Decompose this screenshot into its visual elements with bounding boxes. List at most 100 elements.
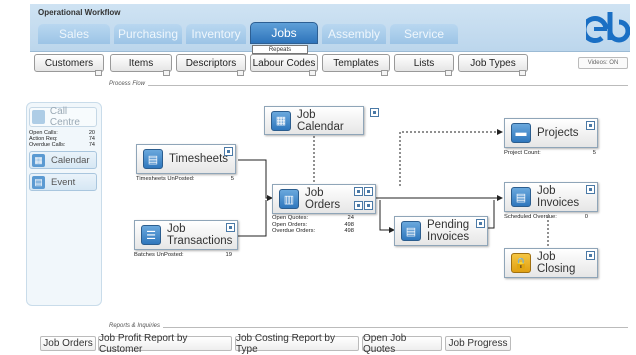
divider <box>108 327 628 328</box>
lists-label: Lists <box>413 57 435 69</box>
report-job-orders[interactable]: Job Orders <box>40 336 96 351</box>
stat-value: 74 <box>88 142 95 148</box>
descriptors-button[interactable]: Descriptors <box>176 54 246 76</box>
calendar-button[interactable]: ▦ Calendar <box>29 151 97 169</box>
invoice-icon: ▤ <box>401 221 421 241</box>
labour-codes-button[interactable]: Labour Codes <box>250 54 318 76</box>
calendar-icon: ▦ <box>32 153 45 167</box>
report-open-job-quotes[interactable]: Open Job Quotes <box>362 333 442 355</box>
timesheets-stat: Timesheets UnPosted: 5 <box>136 176 234 183</box>
orders-icon: ▥ <box>279 189 299 209</box>
stat-label: Open Quotes: <box>272 215 309 221</box>
video-icon[interactable] <box>163 70 170 76</box>
stat-label: Open Orders: <box>272 221 308 228</box>
side-panel: Call Centre Open Calls: 20 Action Req: 74 … <box>26 102 102 306</box>
event-label: Event <box>51 176 76 188</box>
labour-codes-label: Labour Codes <box>252 57 316 69</box>
repeats-tab[interactable]: Repeats <box>252 45 308 54</box>
video-icon[interactable] <box>445 70 452 76</box>
video-icon[interactable] <box>309 70 316 76</box>
app-title: Operational Workflow <box>38 8 121 17</box>
video-icon[interactable] <box>354 187 363 196</box>
projects-icon: ▬ <box>511 123 531 143</box>
header-bar: Operational Workflow Sales Purchasing In… <box>30 4 630 52</box>
stat-value: 19 <box>225 252 232 258</box>
stat-label: Overdue Calls: <box>29 142 66 148</box>
overdue-calls-stat: Overdue Calls: 74 <box>29 142 95 148</box>
label-line: Invoices <box>427 231 470 243</box>
video-icon[interactable] <box>237 70 244 76</box>
video-icon[interactable] <box>354 201 363 210</box>
label-line: Job <box>537 185 556 197</box>
video-icon[interactable] <box>586 185 595 194</box>
tab-purchasing[interactable]: Purchasing <box>114 24 182 44</box>
video-icon[interactable] <box>476 219 485 228</box>
tab-jobs[interactable]: Jobs <box>250 22 318 44</box>
label-line: Job <box>167 223 186 235</box>
job-calendar-label: Job Calendar <box>297 108 344 133</box>
video-icon[interactable] <box>586 121 595 130</box>
job-closing-node[interactable]: 🔒 Job Closing <box>504 248 598 278</box>
job-types-button[interactable]: Job Types <box>458 54 528 76</box>
tab-service[interactable]: Service <box>390 24 458 44</box>
timesheets-icon: ▤ <box>143 149 163 169</box>
items-button[interactable]: Items <box>110 54 172 76</box>
call-centre-button[interactable]: Call Centre <box>29 106 97 128</box>
label-line: Job <box>537 251 556 263</box>
templates-button[interactable]: Templates <box>322 54 390 76</box>
report-job-progress[interactable]: Job Progress <box>445 336 511 351</box>
reports-label: Reports & Inquiries <box>106 323 164 329</box>
lists-button[interactable]: Lists <box>394 54 454 76</box>
report-job-profit-by-customer[interactable]: Job Profit Report by Customer <box>98 333 232 355</box>
projects-node[interactable]: ▬ Projects <box>504 118 598 148</box>
stat-label: Overdue Orders: <box>272 228 316 234</box>
tab-sales[interactable]: Sales <box>38 24 110 44</box>
video-icon[interactable] <box>95 70 102 76</box>
video-icon[interactable] <box>519 70 526 76</box>
label-line: Transactions <box>167 235 233 247</box>
timesheets-node[interactable]: ▤ Timesheets <box>136 144 236 174</box>
job-transactions-label: Job Transactions <box>167 223 232 247</box>
timesheets-label: Timesheets <box>169 153 229 165</box>
invoice-icon: ▤ <box>511 187 531 207</box>
job-closing-label: Job Closing <box>537 251 575 275</box>
videos-toggle[interactable]: Videos: ON <box>578 57 628 69</box>
phone-icon <box>32 110 45 124</box>
descriptors-label: Descriptors <box>185 57 237 69</box>
job-orders-node[interactable]: ▥ Job Orders <box>272 184 376 214</box>
video-icon[interactable] <box>226 223 235 232</box>
video-icon[interactable] <box>364 187 373 196</box>
job-invoices-node[interactable]: ▤ Job Invoices <box>504 182 598 212</box>
video-icon[interactable] <box>381 70 388 76</box>
video-icon[interactable] <box>586 251 595 260</box>
label-line: Orders <box>305 199 341 211</box>
event-button[interactable]: ▤ Event <box>29 173 97 191</box>
job-calendar-node[interactable]: ▦ Job Calendar <box>264 106 364 135</box>
items-label: Items <box>128 57 154 69</box>
stat-label: Batches UnPosted: <box>134 252 184 258</box>
job-invoices-stat: Scheduled Overdue: 0 <box>504 214 588 221</box>
tab-assembly[interactable]: Assembly <box>322 24 386 44</box>
pending-invoices-node[interactable]: ▤ Pending Invoices <box>394 216 488 246</box>
stat-value: 0 <box>584 214 588 220</box>
label-line: Pending <box>427 219 470 231</box>
projects-label: Projects <box>537 127 579 139</box>
report-job-costing-by-type[interactable]: Job Costing Report by Type <box>235 333 359 355</box>
projects-stat: Project Count: 5 <box>504 150 596 157</box>
video-icon[interactable] <box>370 108 379 117</box>
tab-inventory[interactable]: Inventory <box>186 24 246 44</box>
customers-button[interactable]: Customers <box>34 54 104 76</box>
video-icon[interactable] <box>224 147 233 156</box>
stat-label: Scheduled Overdue: <box>504 214 557 220</box>
stat-value: 5 <box>592 150 596 156</box>
job-transactions-node[interactable]: ☰ Job Transactions <box>134 220 238 250</box>
event-icon: ▤ <box>32 175 45 189</box>
app-window: Operational Workflow Sales Purchasing In… <box>26 4 630 355</box>
stat-label: Project Count: <box>504 150 541 156</box>
job-invoices-label: Job Invoices <box>537 185 579 209</box>
job-types-label: Job Types <box>470 57 516 69</box>
calendar-label: Calendar <box>51 154 90 166</box>
video-icon[interactable] <box>364 201 373 210</box>
pending-invoices-label: Pending Invoices <box>427 219 469 243</box>
label-line: Invoices <box>537 197 580 209</box>
